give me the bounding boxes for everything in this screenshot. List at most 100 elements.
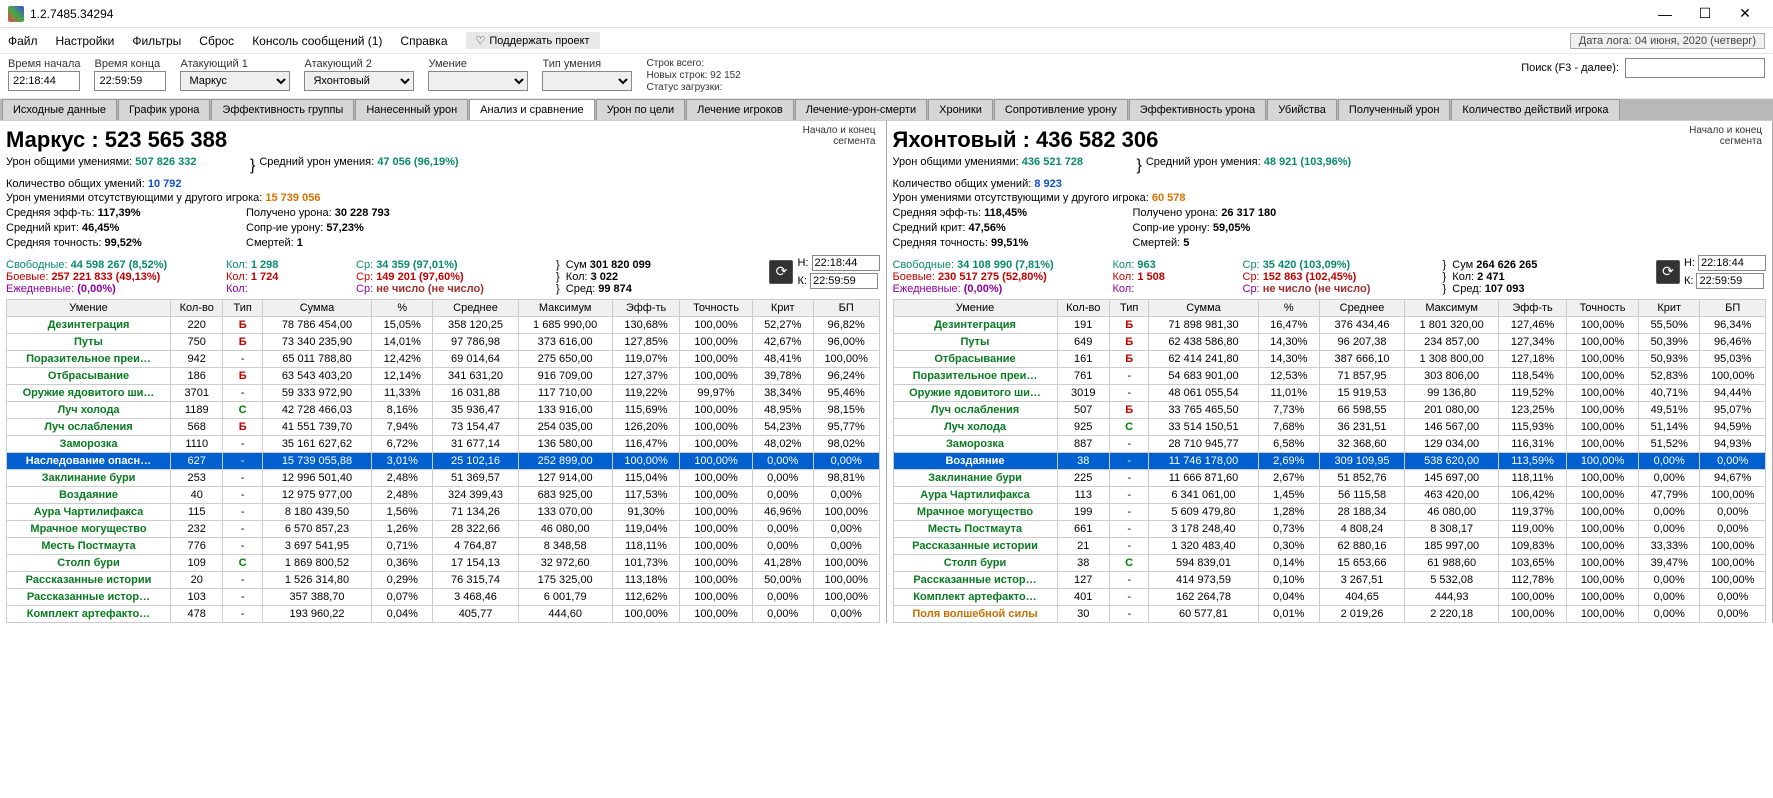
tab-11[interactable]: Убийства [1267, 99, 1337, 120]
table-row[interactable]: Рассказанные истор…103-357 388,700,07%3 … [7, 588, 880, 605]
menu-file[interactable]: Файл [8, 34, 38, 48]
tab-7[interactable]: Лечение-урон-смерти [795, 99, 927, 120]
seg-end-input[interactable] [810, 273, 878, 289]
table-row[interactable]: Поразительное преи…942-65 011 788,8012,4… [7, 350, 880, 367]
left-data-table: УмениеКол-воТипСумма%СреднееМаксимумЭфф-… [6, 299, 880, 623]
tab-12[interactable]: Полученный урон [1338, 99, 1451, 120]
tab-strip: Исходные данныеГрафик уронаЭффективность… [0, 99, 1773, 121]
skill-type-select[interactable] [542, 71, 632, 91]
tab-9[interactable]: Сопротивление урону [994, 99, 1128, 120]
time-start-input[interactable] [8, 71, 80, 91]
col-header[interactable]: Максимум [518, 299, 612, 316]
table-row[interactable]: Заморозка1110-35 161 627,626,72%31 677,1… [7, 435, 880, 452]
table-row[interactable]: Заморозка887-28 710 945,776,58%32 368,60… [893, 435, 1766, 452]
col-header[interactable]: Точность [680, 299, 752, 316]
attacker2-select[interactable]: Яхонтовый [304, 71, 414, 91]
col-header[interactable]: Кол-во [1057, 299, 1109, 316]
refresh-icon[interactable]: ⟳ [1656, 260, 1680, 284]
col-header[interactable]: Умение [893, 299, 1057, 316]
menu-settings[interactable]: Настройки [56, 34, 115, 48]
search-input[interactable] [1625, 58, 1765, 78]
table-row[interactable]: Рассказанные истории20-1 526 314,800,29%… [7, 571, 880, 588]
table-row[interactable]: Наследование опасн…627-15 739 055,883,01… [7, 452, 880, 469]
table-row[interactable]: Оружие ядовитого ши…3019-48 061 055,5411… [893, 384, 1766, 401]
tab-10[interactable]: Эффективность урона [1129, 99, 1266, 120]
seg-start-input[interactable] [1698, 255, 1766, 271]
table-row[interactable]: Отбрасывание161Б62 414 241,8014,30%387 6… [893, 350, 1766, 367]
col-header[interactable]: Эфф-ть [612, 299, 680, 316]
col-header[interactable]: Эфф-ть [1499, 299, 1567, 316]
tab-3[interactable]: Нанесенный урон [355, 99, 468, 120]
load-stats: Строк всего: Новых строк: 92 152 Статус … [646, 58, 740, 94]
log-date-label: Дата лога: 04 июня, 2020 (четверг) [1570, 33, 1765, 49]
col-header[interactable]: Крит [752, 299, 813, 316]
tab-2[interactable]: Эффективность группы [211, 99, 354, 120]
time-end-input[interactable] [94, 71, 166, 91]
close-button[interactable]: ✕ [1725, 2, 1765, 26]
table-row[interactable]: Заклинание бури253-12 996 501,402,48%51 … [7, 469, 880, 486]
table-row[interactable]: Столп бури38С594 839,010,14%15 653,6661 … [893, 554, 1766, 571]
table-row[interactable]: Месть Постмаута661-3 178 248,400,73%4 80… [893, 520, 1766, 537]
table-row[interactable]: Поля волшебной силы30-60 577,810,01%2 01… [893, 605, 1766, 622]
col-header[interactable]: % [372, 299, 433, 316]
seg-start-input[interactable] [812, 255, 880, 271]
tab-6[interactable]: Лечение игроков [686, 99, 794, 120]
col-header[interactable]: БП [1700, 299, 1766, 316]
table-row[interactable]: Поразительное преи…761-54 683 901,0012,5… [893, 367, 1766, 384]
tab-4[interactable]: Анализ и сравнение [469, 99, 595, 120]
col-header[interactable]: Среднее [433, 299, 518, 316]
table-row[interactable]: Отбрасывание186Б63 543 403,2012,14%341 6… [7, 367, 880, 384]
table-row[interactable]: Воздаяние40-12 975 977,002,48%324 399,43… [7, 486, 880, 503]
menu-console[interactable]: Консоль сообщений (1) [252, 34, 382, 48]
table-row[interactable]: Заклинание бури225-11 666 871,602,67%51 … [893, 469, 1766, 486]
col-header[interactable]: Точность [1566, 299, 1638, 316]
table-row[interactable]: Столп бури109С1 869 800,520,36%17 154,13… [7, 554, 880, 571]
col-header[interactable]: Сумма [1149, 299, 1258, 316]
support-button[interactable]: ♡ Поддержать проект [466, 32, 600, 49]
table-row[interactable]: Комплект артефакто…478-193 960,220,04%40… [7, 605, 880, 622]
seg-end-input[interactable] [1696, 273, 1764, 289]
table-row[interactable]: Комплект артефакто…401-162 264,780,04%40… [893, 588, 1766, 605]
table-row[interactable]: Воздаяние38-11 746 178,002,69%309 109,95… [893, 452, 1766, 469]
menu-help[interactable]: Справка [400, 34, 447, 48]
col-header[interactable]: Крит [1639, 299, 1700, 316]
table-row[interactable]: Рассказанные истор…127-414 973,590,10%3 … [893, 571, 1766, 588]
table-row[interactable]: Луч ослабления568Б41 551 739,707,94%73 1… [7, 418, 880, 435]
table-row[interactable]: Мрачное могущество199-5 609 479,801,28%2… [893, 503, 1766, 520]
table-row[interactable]: Луч ослабления507Б33 765 465,507,73%66 5… [893, 401, 1766, 418]
tab-8[interactable]: Хроники [928, 99, 993, 120]
col-header[interactable]: Умение [7, 299, 171, 316]
menu-filters[interactable]: Фильтры [132, 34, 181, 48]
col-header[interactable]: Сумма [262, 299, 371, 316]
col-header[interactable]: Среднее [1319, 299, 1404, 316]
table-row[interactable]: Дезинтеграция220Б78 786 454,0015,05%358 … [7, 316, 880, 333]
tab-1[interactable]: График урона [118, 99, 210, 120]
table-row[interactable]: Путы750Б73 340 235,9014,01%97 786,98373 … [7, 333, 880, 350]
maximize-button[interactable]: ☐ [1685, 2, 1725, 26]
table-row[interactable]: Мрачное могущество232-6 570 857,231,26%2… [7, 520, 880, 537]
col-header[interactable]: % [1258, 299, 1319, 316]
tab-0[interactable]: Исходные данные [2, 99, 117, 120]
table-row[interactable]: Аура Чартилифакса113-6 341 061,001,45%56… [893, 486, 1766, 503]
attacker1-select[interactable]: Маркус [180, 71, 290, 91]
table-row[interactable]: Путы649Б62 438 586,8014,30%96 207,38234 … [893, 333, 1766, 350]
table-row[interactable]: Луч холода925С33 514 150,517,68%36 231,5… [893, 418, 1766, 435]
right-panel: Яхонтовый : 436 582 306Начало и конецсег… [887, 121, 1773, 623]
table-row[interactable]: Аура Чартилифакса115-8 180 439,501,56%71… [7, 503, 880, 520]
refresh-icon[interactable]: ⟳ [769, 260, 793, 284]
table-row[interactable]: Луч холода1189С42 728 466,038,16%35 936,… [7, 401, 880, 418]
tab-5[interactable]: Урон по цели [596, 99, 685, 120]
col-header[interactable]: Кол-во [171, 299, 223, 316]
skill-select[interactable] [428, 71, 528, 91]
col-header[interactable]: БП [813, 299, 879, 316]
table-row[interactable]: Месть Постмаута776-3 697 541,950,71%4 76… [7, 537, 880, 554]
col-header[interactable]: Тип [1109, 299, 1148, 316]
tab-13[interactable]: Количество действий игрока [1451, 99, 1619, 120]
table-row[interactable]: Дезинтеграция191Б71 898 981,3016,47%376 … [893, 316, 1766, 333]
col-header[interactable]: Максимум [1405, 299, 1499, 316]
table-row[interactable]: Рассказанные истории21-1 320 483,400,30%… [893, 537, 1766, 554]
col-header[interactable]: Тип [223, 299, 262, 316]
menu-reset[interactable]: Сброс [199, 34, 234, 48]
minimize-button[interactable]: — [1645, 2, 1685, 26]
table-row[interactable]: Оружие ядовитого ши…3701-59 333 972,9011… [7, 384, 880, 401]
